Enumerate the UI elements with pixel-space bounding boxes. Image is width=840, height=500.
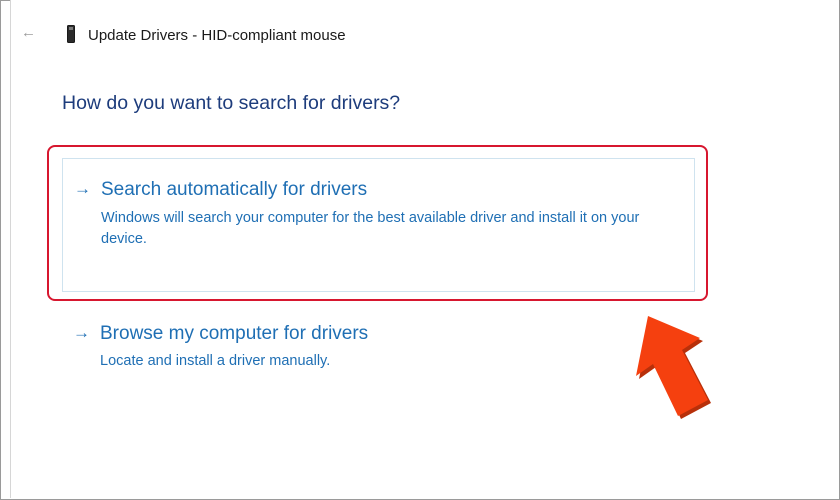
- back-arrow-icon[interactable]: ←: [21, 24, 36, 41]
- option-description: Locate and install a driver manually.: [100, 353, 331, 369]
- device-icon: [67, 25, 75, 43]
- search-automatically-option[interactable]: → Search automatically for drivers Windo…: [62, 158, 695, 292]
- option-title: Browse my computer for drivers: [100, 323, 369, 344]
- update-drivers-window: ← Update Drivers - HID-compliant mouse H…: [10, 0, 839, 498]
- option-title: Search automatically for drivers: [101, 179, 368, 200]
- option-description: Windows will search your computer for th…: [101, 210, 640, 247]
- option-arrow-icon: →: [73, 323, 90, 342]
- title-bar: ← Update Drivers - HID-compliant mouse: [11, 18, 839, 54]
- page-heading: How do you want to search for drivers?: [62, 92, 401, 114]
- browse-computer-option[interactable]: → Browse my computer for drivers Locate …: [62, 310, 695, 380]
- pointer-arrow-icon: [636, 316, 711, 419]
- window-title: Update Drivers - HID-compliant mouse: [88, 27, 346, 44]
- option-arrow-icon: →: [74, 179, 91, 198]
